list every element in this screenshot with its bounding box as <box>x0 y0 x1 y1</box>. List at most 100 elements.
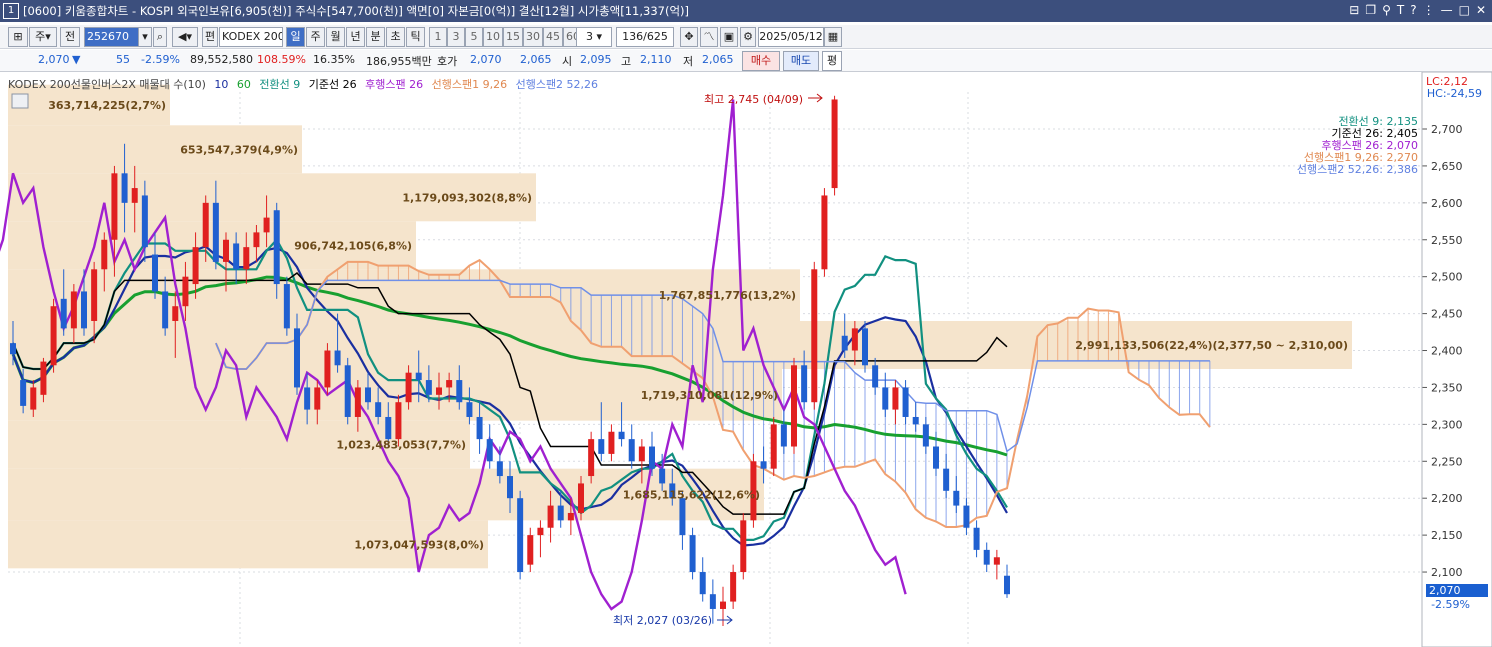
candle-body <box>294 328 300 388</box>
calendar-icon[interactable]: ▦ <box>824 27 842 47</box>
interval-button-6[interactable]: 틱 <box>406 27 425 47</box>
change-pct: -2.59% <box>141 53 180 66</box>
minute-button-45[interactable]: 45 <box>543 27 563 47</box>
buy-button[interactable]: 매수 <box>742 51 780 71</box>
period-select[interactable]: 주▾ <box>29 27 57 47</box>
candle-body <box>679 498 686 536</box>
stock-code-input[interactable]: 252670 <box>84 27 140 47</box>
interval-button-0[interactable]: 일 <box>286 27 305 47</box>
layout-icon[interactable]: ⊟ <box>1349 3 1359 17</box>
low-label: 저 <box>683 55 694 68</box>
trend-icon[interactable]: 〽 <box>700 27 718 47</box>
minute-button-10[interactable]: 10 <box>483 27 503 47</box>
candle-body <box>446 380 453 388</box>
candle-body <box>253 232 260 248</box>
more-icon[interactable]: ⋮ <box>1423 3 1435 17</box>
help-icon[interactable]: ? <box>1410 3 1416 17</box>
minute-button-3[interactable]: 3 <box>447 27 465 47</box>
ask-quote: 2,070 <box>470 53 502 66</box>
candle-body <box>70 291 77 329</box>
turnover-value: 16.35% <box>313 53 355 66</box>
toolbar: ⊞ 주▾ 전 252670 ▾ ⌕ ◀▾ 편 KODEX 200선 일주월년분초… <box>0 25 1492 49</box>
candle-body <box>425 380 432 395</box>
candle-body <box>182 276 189 307</box>
y-tick-label: 2,500 <box>1431 271 1463 284</box>
candle-body <box>953 490 960 506</box>
candle-body <box>466 402 473 417</box>
code-dropdown-icon[interactable]: ▾ <box>138 27 152 47</box>
candle-body <box>152 254 158 292</box>
candle-body <box>324 350 331 388</box>
search-icon[interactable]: ⌕ <box>153 27 167 47</box>
crosshair-icon[interactable]: ✥ <box>680 27 698 47</box>
chart-menu-icon[interactable] <box>11 93 29 109</box>
interval-button-4[interactable]: 분 <box>366 27 385 47</box>
volume-profile-label: 363,714,225(2,7%) <box>48 99 166 112</box>
copy-icon[interactable]: ❐ <box>1365 3 1376 17</box>
count-select[interactable]: 3 ▾ <box>576 27 612 47</box>
candle-body <box>740 520 747 573</box>
candle-body <box>892 387 899 410</box>
candle-body <box>517 498 524 573</box>
price-chart[interactable]: 363,714,225(2,7%) 653,547,379(4,9%) 1,179,… <box>0 72 1492 647</box>
flat-button[interactable]: 평 <box>822 51 842 71</box>
save-icon[interactable]: ▣ <box>720 27 738 47</box>
stock-name-field[interactable]: KODEX 200선 <box>219 27 283 47</box>
volume-ratio: 108.59% <box>257 53 306 66</box>
legend-conversion: 전환선 9 <box>259 78 301 91</box>
interval-button-3[interactable]: 년 <box>346 27 365 47</box>
window-number: 1 <box>3 3 19 19</box>
candle-body <box>841 335 848 351</box>
y-tick-label: 2,250 <box>1431 455 1463 468</box>
candle-body <box>689 535 696 573</box>
minute-button-5[interactable]: 5 <box>465 27 483 47</box>
candle-body <box>436 387 442 395</box>
candle-body <box>507 476 513 499</box>
interval-button-1[interactable]: 주 <box>306 27 325 47</box>
candle-body <box>872 365 879 388</box>
bid-quote: 2,065 <box>520 53 552 66</box>
edit-button[interactable]: 편 <box>202 27 218 47</box>
whole-button[interactable]: 전 <box>60 27 80 47</box>
candle-body <box>30 387 37 410</box>
candle-body <box>537 527 544 536</box>
speaker-icon[interactable]: ◀▾ <box>172 27 198 47</box>
open-label: 시 <box>562 55 573 68</box>
high-label: 고 <box>621 55 632 68</box>
candle-body <box>811 269 818 403</box>
current-change-tag: -2.59% <box>1431 598 1470 611</box>
volume-profile-label: 1,767,851,776(13,2%) <box>659 289 796 302</box>
candle-body <box>50 306 57 366</box>
minute-button-1[interactable]: 1 <box>429 27 447 47</box>
candle-body <box>456 380 463 403</box>
candle-body <box>963 505 970 528</box>
candle-body <box>993 557 1000 565</box>
y-tick-label: 2,550 <box>1431 234 1463 247</box>
candle-body <box>831 99 838 189</box>
text-icon[interactable]: T <box>1397 3 1404 17</box>
candle-body <box>943 468 950 491</box>
minute-button-30[interactable]: 30 <box>523 27 543 47</box>
candle-body <box>780 424 787 447</box>
maximize-icon[interactable]: □ <box>1459 3 1470 17</box>
interval-button-5[interactable]: 초 <box>386 27 405 47</box>
close-icon[interactable]: ✕ <box>1476 3 1486 17</box>
layout-select-icon[interactable]: ⊞ <box>8 27 28 47</box>
minimize-icon[interactable]: — <box>1441 3 1453 17</box>
date-field[interactable]: 2025/05/12 <box>758 27 824 47</box>
candle-body <box>121 173 128 203</box>
candle-body <box>141 195 148 248</box>
legend-lead-b: 선행스팬2 52,26 <box>515 78 599 91</box>
gear-icon[interactable]: ⚙ <box>740 27 756 47</box>
interval-button-2[interactable]: 월 <box>326 27 345 47</box>
candle-body <box>354 387 361 417</box>
candle-body <box>973 527 980 550</box>
sell-button[interactable]: 매도 <box>783 51 819 71</box>
y-tick-label: 2,150 <box>1431 529 1463 542</box>
pin-icon[interactable]: ⚲ <box>1382 3 1391 17</box>
page-counter: 136/625 <box>616 27 674 47</box>
candle-body <box>91 269 98 321</box>
candle-body <box>659 468 666 484</box>
minute-button-15[interactable]: 15 <box>503 27 523 47</box>
candle-body <box>212 202 219 262</box>
